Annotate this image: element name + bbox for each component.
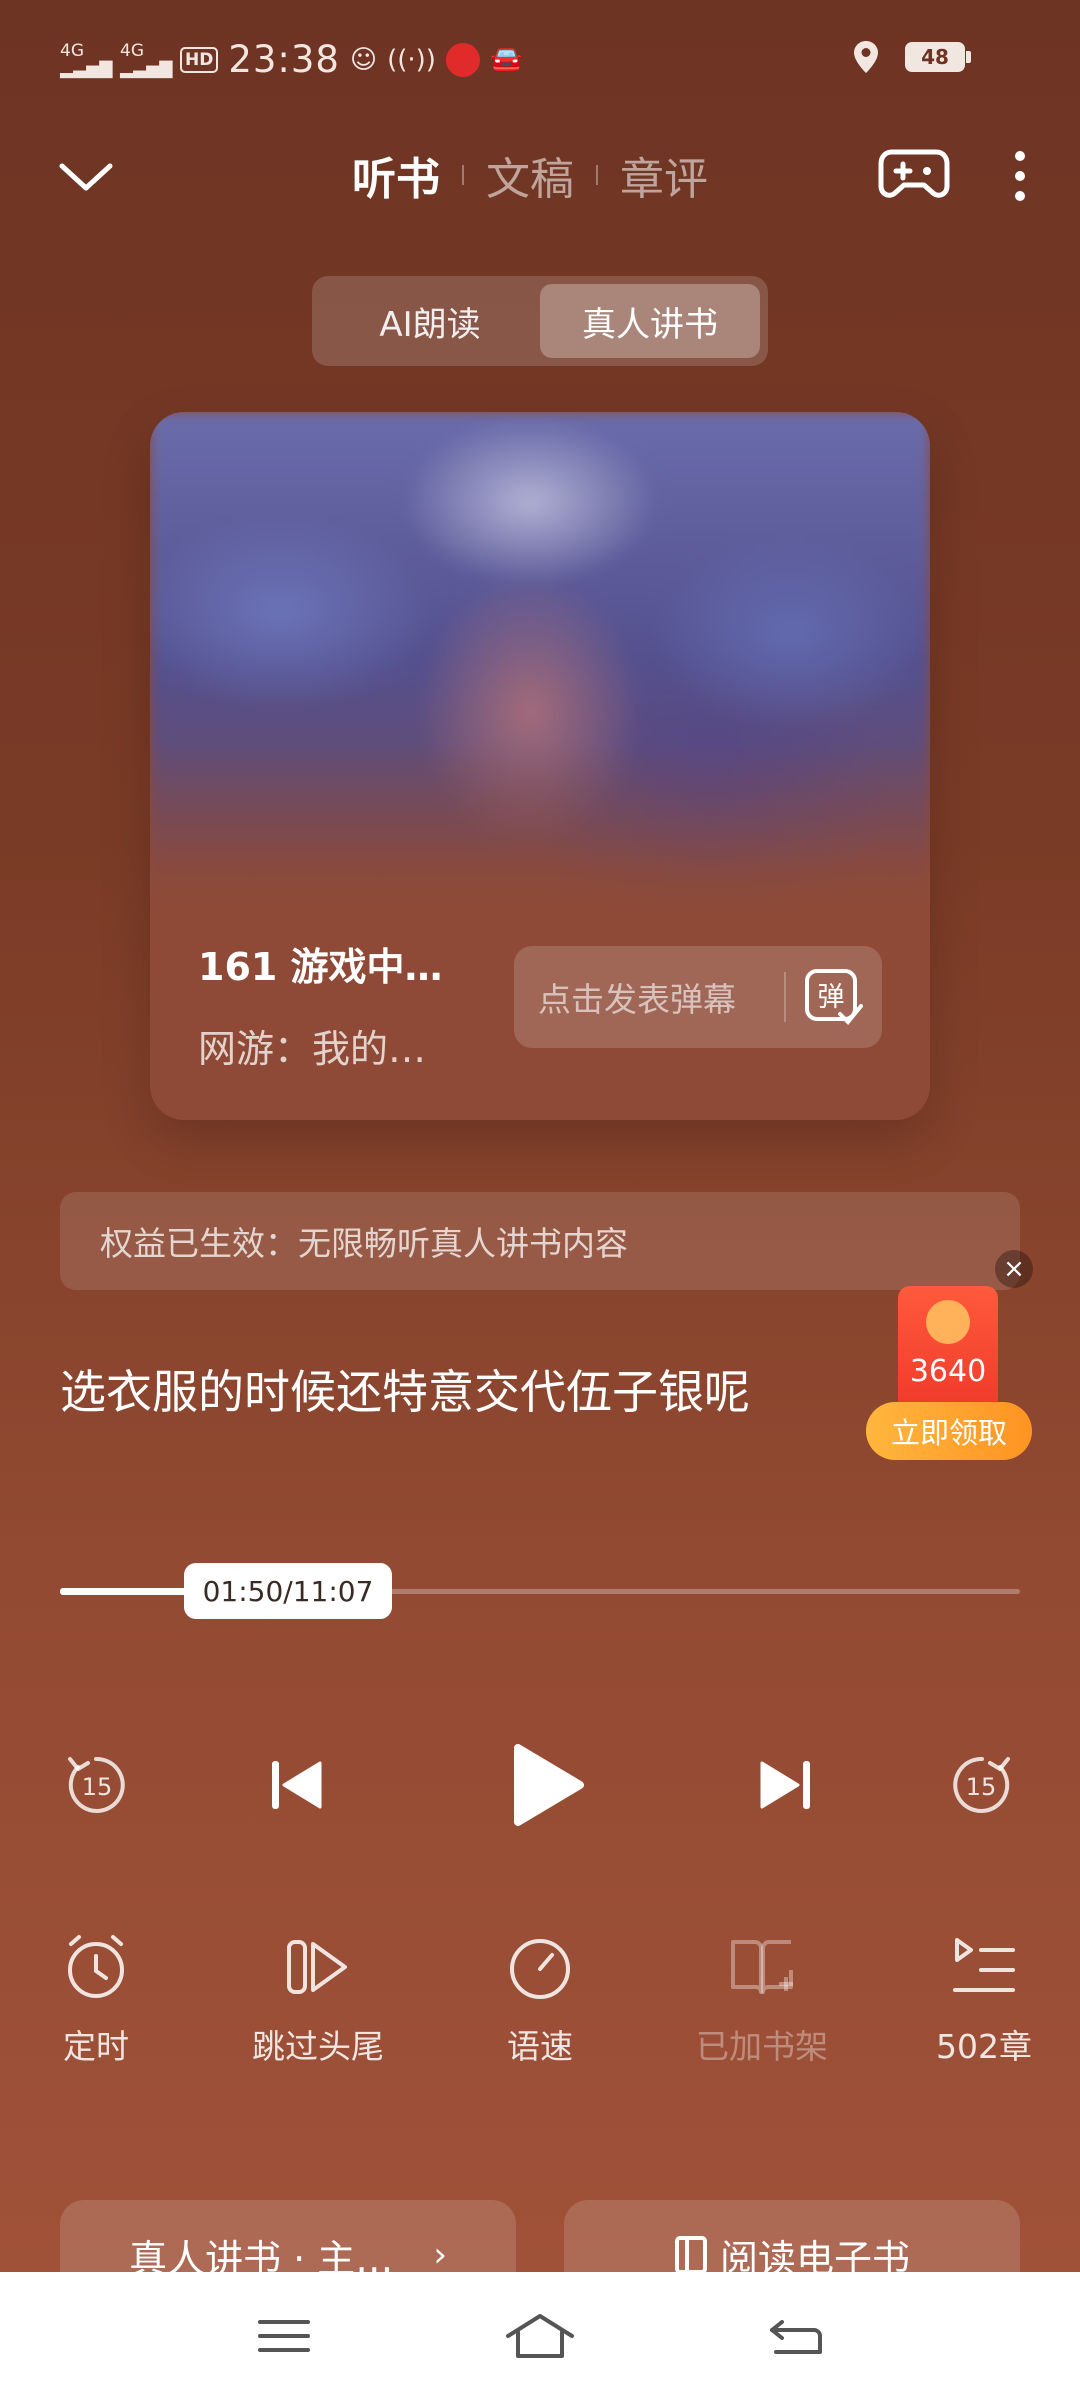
red-packet[interactable]: 3640 xyxy=(898,1286,998,1410)
claim-now-button[interactable]: 立即领取 xyxy=(866,1402,1032,1460)
danmaku-toggle-icon[interactable]: 弹 xyxy=(786,968,882,1026)
rewind-15-button[interactable]: 15 xyxy=(56,1730,136,1840)
next-chapter-button[interactable] xyxy=(746,1730,826,1840)
collapse-chevron-icon[interactable] xyxy=(56,148,116,208)
coin-icon xyxy=(926,1300,970,1344)
book-icon xyxy=(674,2236,707,2274)
chapter-title: 161 游戏中… xyxy=(198,945,443,989)
danmaku-icon: 弹 xyxy=(805,969,863,1025)
bookshelf-button[interactable]: 已加书架 xyxy=(672,1932,852,2068)
bookshelf-added-icon xyxy=(731,1940,793,1994)
system-navigation-bar xyxy=(0,2272,1080,2400)
tab-transcript[interactable]: 文稿 xyxy=(464,143,596,207)
chapter-list-button[interactable]: 502章 xyxy=(894,1932,1074,2068)
header-tabs: 听书 文稿 章评 xyxy=(330,140,730,210)
more-options-icon[interactable] xyxy=(1002,146,1038,206)
alarm-clock-icon xyxy=(68,1935,124,1998)
tab-chapter-comments[interactable]: 章评 xyxy=(598,143,730,207)
play-icon xyxy=(514,1744,584,1826)
car-icon: 🚘 xyxy=(489,44,523,75)
bookshelf-label: 已加书架 xyxy=(696,2027,828,2066)
signal-icon-sim2: 4G ▂▃▅▇ xyxy=(120,40,173,79)
home-icon[interactable] xyxy=(504,2312,576,2360)
shopping-app-icon xyxy=(445,42,480,77)
current-subtitle-line: 选衣服的时候还特意交代伍子银呢 xyxy=(60,1365,750,1419)
forward-seconds: 15 xyxy=(966,1773,997,1801)
red-packet-amount: 3640 xyxy=(909,1354,987,1389)
chapter-count-label: 502章 xyxy=(936,2027,1032,2066)
hd-voice-icon: HD xyxy=(180,46,219,73)
speed-button[interactable]: 语速 xyxy=(450,1932,630,2068)
cover-fade xyxy=(150,742,930,942)
danmaku-input[interactable]: 点击发表弹幕 弹 xyxy=(514,946,882,1048)
mode-human-narration[interactable]: 真人讲书 xyxy=(540,284,760,358)
hotspot-icon: ((·)) xyxy=(387,44,436,75)
rewind-15-icon: 15 xyxy=(68,1756,125,1813)
chapter-list-icon xyxy=(953,1938,1015,1992)
mode-ai-reading[interactable]: AI朗读 xyxy=(320,284,540,358)
benefit-banner: 权益已生效：无限畅听真人讲书内容 xyxy=(60,1192,1020,1290)
status-time: 23:38 xyxy=(228,38,340,81)
rewind-seconds: 15 xyxy=(82,1773,113,1801)
danmaku-icon-glyph: 弹 xyxy=(818,982,845,1013)
forward-15-button[interactable]: 15 xyxy=(942,1730,1022,1840)
book-title[interactable]: 网游：我的… xyxy=(198,1018,426,1073)
chevron-right-icon: › xyxy=(433,2235,447,2275)
timer-button[interactable]: 定时 xyxy=(6,1932,186,2068)
gamepad-icon[interactable] xyxy=(878,144,950,204)
forward-15-icon: 15 xyxy=(953,1756,1010,1813)
danmaku-placeholder: 点击发表弹幕 xyxy=(538,980,736,1019)
timer-label: 定时 xyxy=(63,2027,129,2066)
skip-next-icon xyxy=(760,1761,810,1809)
progress-thumb[interactable]: 01:50/11:07 xyxy=(184,1563,392,1619)
play-button[interactable] xyxy=(496,1730,596,1840)
skip-previous-icon xyxy=(272,1761,322,1809)
previous-chapter-button[interactable] xyxy=(256,1730,336,1840)
location-icon xyxy=(854,41,878,73)
speed-label: 语速 xyxy=(507,2027,573,2066)
battery-indicator: 48 xyxy=(905,42,971,72)
skip-intro-outro-button[interactable]: 跳过头尾 xyxy=(228,1932,408,2068)
skip-intro-label: 跳过头尾 xyxy=(252,2027,384,2066)
status-bar: 4G ▂▃▅▇ 4G ▂▃▅▇ HD 23:38 ☺ ((·)) 🚘 48 xyxy=(0,0,1080,120)
back-icon[interactable] xyxy=(768,2314,824,2358)
speed-gauge-icon xyxy=(510,1939,570,1999)
tab-listen[interactable]: 听书 xyxy=(330,143,462,207)
signal-icon-sim1: 4G ▂▃▅▇ xyxy=(60,40,113,79)
narration-mode-switch: AI朗读 真人讲书 xyxy=(312,276,768,366)
player-card: 161 游戏中… 网游：我的… 点击发表弹幕 弹 xyxy=(150,412,930,1120)
robot-notification-icon: ☺ xyxy=(349,44,378,75)
close-icon[interactable]: × xyxy=(995,1250,1033,1288)
status-right: 48 xyxy=(853,40,971,74)
menu-icon[interactable] xyxy=(256,2316,312,2356)
skip-intro-icon xyxy=(287,1940,347,1994)
status-left: 4G ▂▃▅▇ 4G ▂▃▅▇ HD 23:38 ☺ ((·)) 🚘 xyxy=(60,38,522,81)
